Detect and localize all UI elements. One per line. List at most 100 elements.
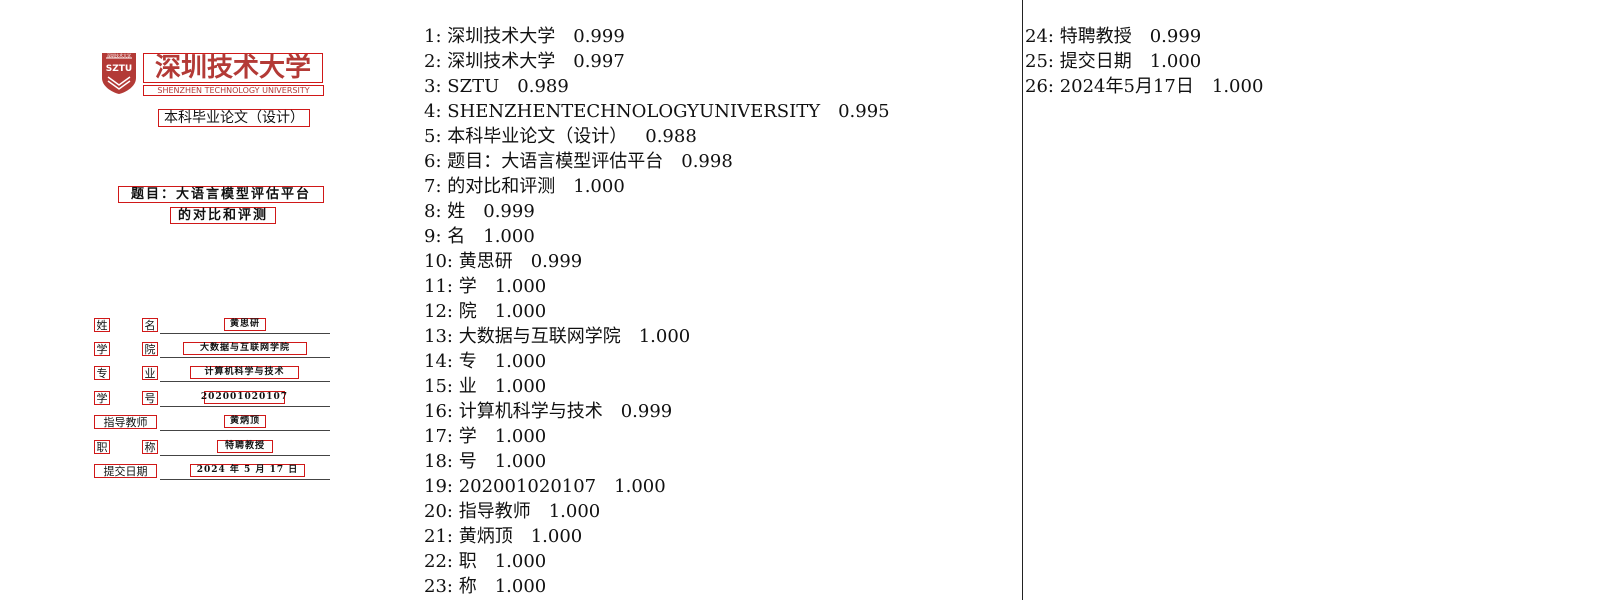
ocr-result-text: 2024年5月17日 — [1059, 76, 1194, 97]
ocr-result-score: 0.998 — [681, 151, 733, 172]
ocr-result-text: 号 — [458, 451, 477, 472]
ocr-result-separator: : — [446, 401, 459, 422]
ocr-result-index: 15 — [424, 376, 447, 397]
ocr-result-index: 17 — [424, 426, 447, 447]
submission-date-value: 2024 年 5 月 17 日 — [190, 464, 305, 477]
ocr-result-line: 14: 专 1.000 — [424, 349, 890, 374]
ocr-result-score: 1.000 — [494, 551, 547, 572]
university-subtitle: SHENZHEN TECHNOLOGY UNIVERSITY — [157, 85, 310, 95]
ocr-result-text: 黄炳顶 — [458, 526, 513, 547]
ocr-result-line: 20: 指导教师 1.000 — [424, 499, 890, 524]
ocr-result-line: 24: 特聘教授 0.999 — [1025, 24, 1263, 49]
professional-title-underline — [160, 455, 330, 456]
ocr-result-line: 7: 的对比和评测 1.000 — [424, 174, 890, 199]
ocr-result-line: 16: 计算机科学与技术 0.999 — [424, 399, 890, 424]
ocr-result-index: 13 — [424, 326, 447, 347]
ocr-result-score: 1.000 — [494, 576, 547, 597]
ocr-result-separator: : — [435, 151, 448, 172]
ocr-result-score: 1.000 — [494, 301, 547, 322]
thesis-title-line-1: 题目：大语言模型评估平台 — [130, 187, 311, 202]
ocr-result-separator: : — [446, 301, 459, 322]
ocr-result-index: 19 — [424, 476, 447, 497]
ocr-result-text: 大数据与互联网学院 — [458, 326, 621, 347]
university-seal-logo: 深圳技术大学 SZTU — [100, 50, 138, 95]
ocr-result-line: 12: 院 1.000 — [424, 299, 890, 324]
ocr-result-index: 22 — [424, 551, 447, 572]
ocr-result-separator: : — [446, 476, 459, 497]
ocr-result-line: 17: 学 1.000 — [424, 424, 890, 449]
ocr-result-separator: : — [435, 101, 448, 122]
ocr-result-line: 6: 题目：大语言模型评估平台 0.998 — [424, 149, 890, 174]
ocr-result-index: 8 — [424, 201, 436, 222]
student-id-underline — [160, 406, 330, 407]
major-value: 计算机科学与技术 — [190, 366, 299, 379]
ocr-result-score: 0.997 — [573, 51, 625, 72]
seal-text: SZTU — [106, 64, 132, 74]
student-id-label-part-1: 学 — [94, 391, 110, 405]
ocr-result-text: 202001020107 — [458, 476, 597, 497]
ocr-result-score: 1.000 — [1149, 51, 1202, 72]
name-underline — [160, 333, 330, 334]
ocr-result-score: 0.988 — [645, 126, 697, 147]
ocr-result-text: 黄思研 — [458, 251, 513, 272]
ocr-result-text: 专 — [458, 351, 477, 372]
thesis-type-box: 本科毕业论文（设计） — [158, 109, 310, 127]
ocr-result-index: 3 — [424, 76, 436, 97]
ocr-result-score: 1.000 — [494, 451, 547, 472]
ocr-result-text: 学 — [458, 276, 477, 297]
advisor-label: 指导教师 — [94, 415, 157, 429]
ocr-result-separator: : — [435, 226, 448, 247]
ocr-result-text: 名 — [447, 226, 466, 247]
ocr-result-text: 特聘教授 — [1059, 26, 1132, 47]
title-label-part-1: 职 — [94, 440, 110, 454]
university-title-box: 深圳技术大学 — [143, 53, 323, 83]
ocr-result-index: 24 — [1025, 26, 1048, 47]
ocr-result-line: 25: 提交日期 1.000 — [1025, 49, 1263, 74]
ocr-result-line: 4: SHENZHENTECHNOLOGYUNIVERSITY 0.995 — [424, 99, 890, 124]
ocr-result-index: 6 — [424, 151, 436, 172]
college-label-part-1: 学 — [94, 342, 110, 356]
ocr-result-text: 的对比和评测 — [447, 176, 556, 197]
name-label-part-2: 名 — [142, 318, 158, 332]
ocr-result-line: 19: 202001020107 1.000 — [424, 474, 890, 499]
ocr-result-line: 9: 名 1.000 — [424, 224, 890, 249]
ocr-result-text: 提交日期 — [1059, 51, 1132, 72]
ocr-result-score: 1.000 — [638, 326, 691, 347]
ocr-result-line: 1: 深圳技术大学 0.999 — [424, 24, 890, 49]
ocr-visualization: 深圳技术大学 SZTU 深圳技术大学 SHENZHEN TECHNOLOGY U… — [0, 0, 1624, 600]
major-label-part-2: 业 — [142, 366, 158, 380]
ocr-result-index: 21 — [424, 526, 447, 547]
ocr-result-text: 院 — [458, 301, 477, 322]
ocr-result-index: 10 — [424, 251, 447, 272]
ocr-result-line: 21: 黄炳顶 1.000 — [424, 524, 890, 549]
student-id-value: 202001020107 — [200, 391, 289, 404]
ocr-result-separator: : — [446, 426, 459, 447]
ocr-result-separator: : — [446, 576, 459, 597]
ocr-result-separator: : — [435, 76, 448, 97]
ocr-result-index: 2 — [424, 51, 436, 72]
college-underline — [160, 357, 330, 358]
ocr-result-line: 13: 大数据与互联网学院 1.000 — [424, 324, 890, 349]
ocr-results-column-2: 24: 特聘教授 0.999 25: 提交日期 1.000 26: 2024年5月17日… — [1025, 24, 1263, 99]
ocr-result-text: 业 — [458, 376, 477, 397]
ocr-result-separator: : — [435, 176, 448, 197]
ocr-result-score: 1.000 — [548, 501, 601, 522]
ocr-result-line: 22: 职 1.000 — [424, 549, 890, 574]
ocr-result-index: 16 — [424, 401, 447, 422]
ocr-result-separator: : — [1047, 51, 1060, 72]
ocr-result-separator: : — [435, 126, 448, 147]
ocr-result-score: 1.000 — [483, 226, 535, 247]
ocr-result-text: 称 — [458, 576, 477, 597]
ocr-result-separator: : — [446, 451, 459, 472]
ocr-result-text: SZTU — [447, 76, 500, 97]
ocr-result-text: 深圳技术大学 — [447, 26, 556, 47]
college-label-part-2: 院 — [142, 342, 158, 356]
ocr-result-index: 23 — [424, 576, 447, 597]
ocr-result-separator: : — [446, 351, 459, 372]
ocr-result-line: 23: 称 1.000 — [424, 574, 890, 599]
ocr-result-text: 题目：大语言模型评估平台 — [447, 151, 664, 172]
shield-icon: 深圳技术大学 SZTU — [102, 52, 136, 94]
ocr-result-index: 18 — [424, 451, 447, 472]
ocr-result-line: 11: 学 1.000 — [424, 274, 890, 299]
ocr-result-line: 18: 号 1.000 — [424, 449, 890, 474]
